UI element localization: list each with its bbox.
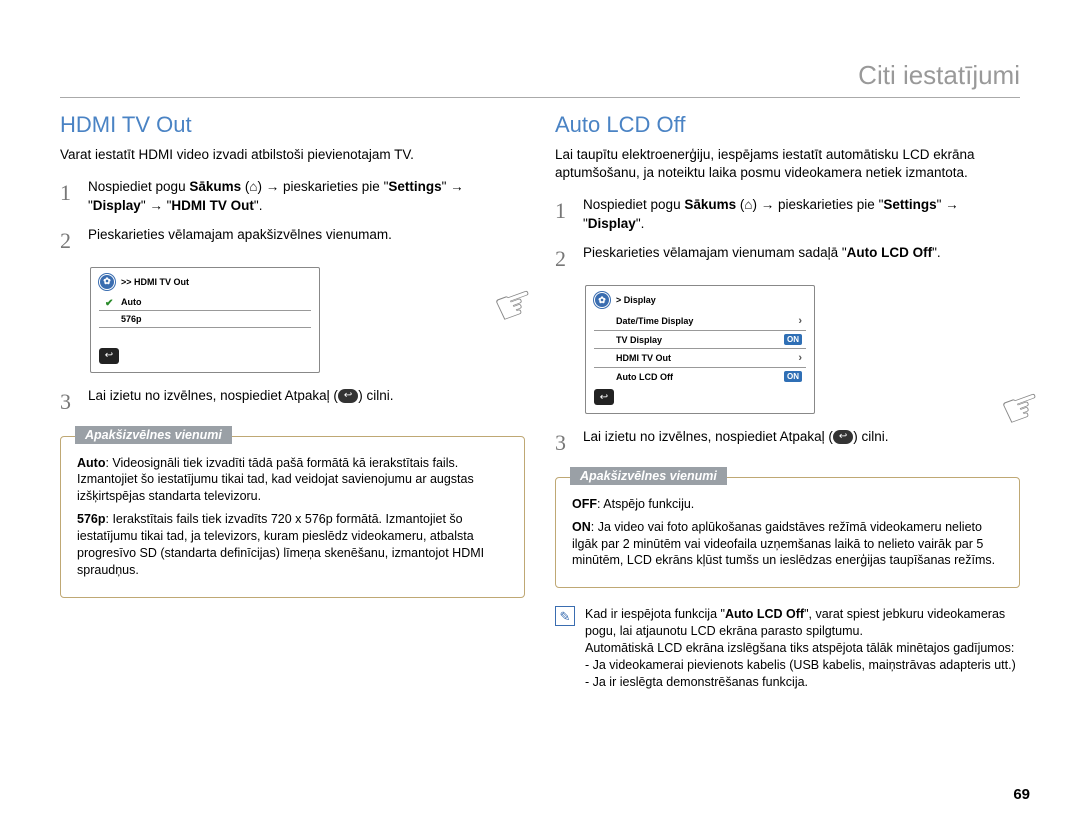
right-column: Auto LCD Off Lai taupītu elektroenerģiju… [555, 112, 1020, 691]
miniui-row-auto: ✔ Auto [99, 294, 311, 311]
back-icon: ↩ [338, 389, 358, 403]
step-number: 2 [555, 244, 573, 275]
home-icon: ⌂ [249, 179, 257, 194]
miniui-row-576p: 576p [99, 311, 311, 328]
page-number: 69 [1013, 786, 1030, 803]
back-icon: ↩ [594, 389, 614, 405]
display-miniui: ✿ > Display Date/Time Display› TV Displa… [585, 285, 1020, 414]
page-header: Citi iestatījumi [60, 60, 1020, 98]
miniui-row-empty [99, 328, 311, 344]
step-number: 1 [60, 178, 78, 216]
right-submenu-box: Apakšizvēlnes vienumi OFF: Atspējo funkc… [555, 477, 1020, 589]
left-submenu-box: Apakšizvēlnes vienumi Auto: Videosignāli… [60, 436, 525, 598]
gear-icon: ✿ [99, 274, 115, 290]
left-column: HDMI TV Out Varat iestatīt HDMI video iz… [60, 112, 525, 691]
submenu-tab: Apakšizvēlnes vienumi [570, 467, 727, 485]
hdmi-miniui: ✿ >> HDMI TV Out ✔ Auto 576p ↩ ☞ [90, 267, 525, 373]
left-step-2: 2 Pieskarieties vēlamajam apakšizvēlnes … [60, 226, 525, 257]
chevron-right-icon: › [798, 352, 802, 364]
step-number: 3 [555, 428, 573, 459]
miniui-row-hdmiout: HDMI TV Out› [594, 349, 806, 368]
right-step-3: 3 Lai izietu no izvēlnes, nospiediet Atp… [555, 428, 1020, 459]
back-icon: ↩ [99, 348, 119, 364]
note-block: ✎ Kad ir iespējota funkcija "Auto LCD Of… [555, 606, 1020, 690]
right-step-2: 2 Pieskarieties vēlamajam vienumam sadaļ… [555, 244, 1020, 275]
right-title: Auto LCD Off [555, 112, 1020, 138]
step-number: 2 [60, 226, 78, 257]
step-number: 3 [60, 387, 78, 418]
left-intro: Varat iestatīt HDMI video izvadi atbilst… [60, 146, 525, 164]
right-intro: Lai taupītu elektroenerģiju, iespējams i… [555, 146, 1020, 182]
note-icon: ✎ [555, 606, 575, 626]
miniui-row-tvdisplay: TV DisplayON [594, 331, 806, 349]
left-title: HDMI TV Out [60, 112, 525, 138]
on-badge: ON [784, 371, 802, 382]
submenu-tab: Apakšizvēlnes vienumi [75, 426, 232, 444]
left-step-1: 1 Nospiediet pogu Sākums (⌂) → pieskarie… [60, 178, 525, 216]
left-step-3: 3 Lai izietu no izvēlnes, nospiediet Atp… [60, 387, 525, 418]
check-icon: ✔ [105, 298, 113, 309]
home-icon: ⌂ [744, 197, 752, 212]
back-icon: ↩ [833, 430, 853, 444]
on-badge: ON [784, 334, 802, 345]
gear-icon: ✿ [594, 292, 610, 308]
miniui-row-autolcd: Auto LCD OffON [594, 368, 806, 385]
touch-hand-icon: ☞ [486, 271, 543, 336]
right-step-1: 1 Nospiediet pogu Sākums (⌂) → pieskarie… [555, 196, 1020, 234]
chevron-right-icon: › [798, 315, 802, 327]
step-number: 1 [555, 196, 573, 234]
miniui-row-datetime: Date/Time Display› [594, 312, 806, 331]
